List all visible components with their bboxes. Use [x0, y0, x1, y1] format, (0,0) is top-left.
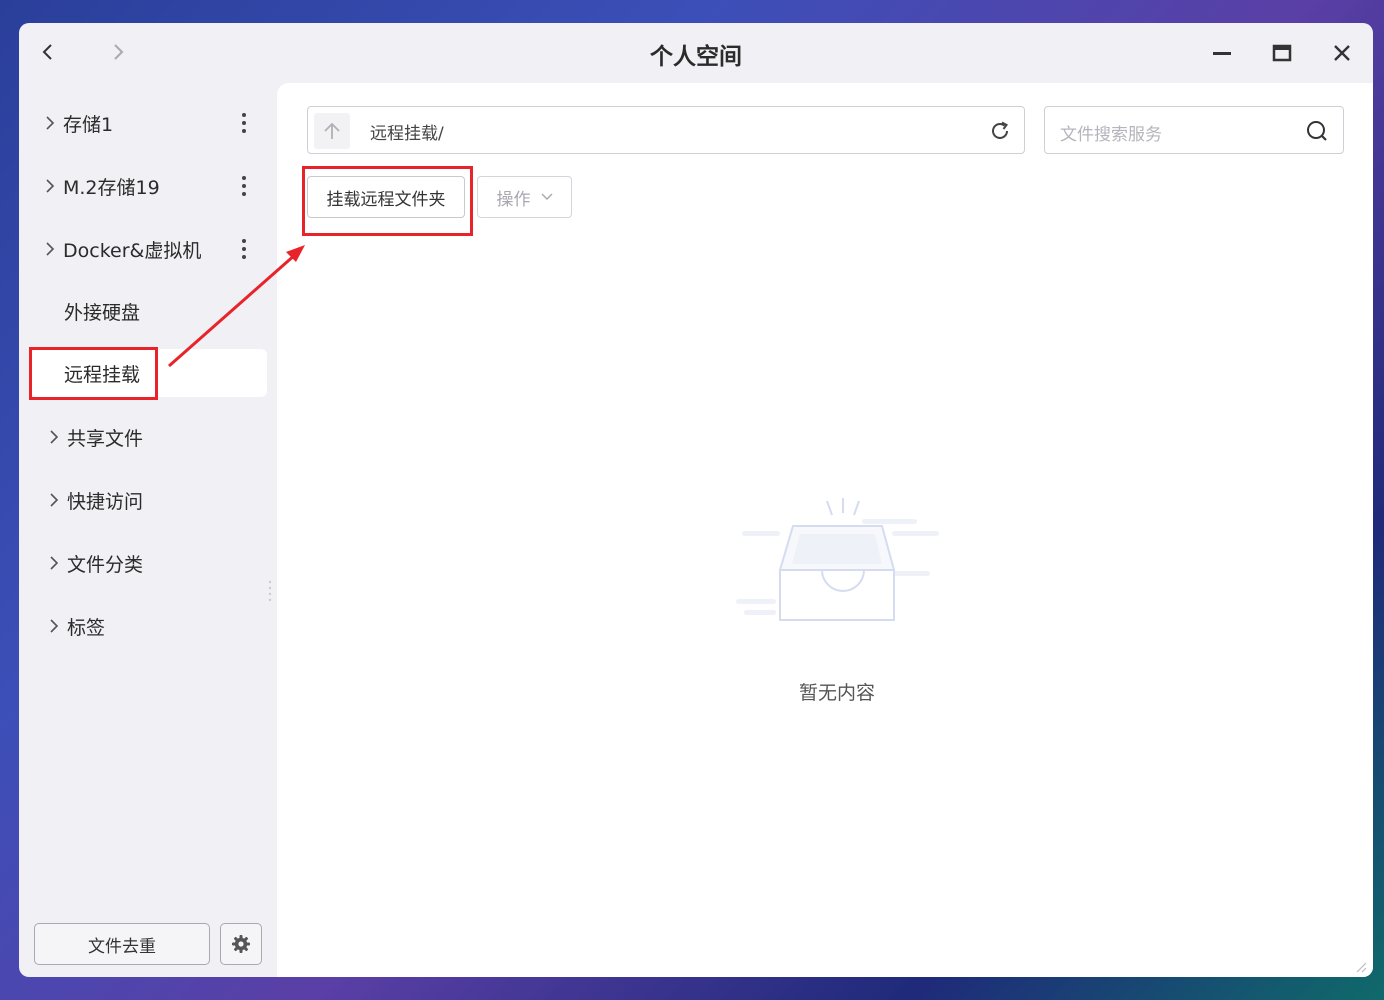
sidebar-item-label: 快捷访问 [67, 490, 144, 513]
search-input[interactable]: 文件搜索服务 [1060, 120, 1162, 145]
sidebar-resize-grip[interactable] [268, 580, 272, 602]
maximize-icon [1272, 44, 1292, 62]
sidebar: 存储1 M.2存储19 Docker&虚拟机 外接硬盘 远程挂载 共享文件 快捷… [19, 83, 277, 977]
search-icon[interactable] [1305, 119, 1329, 143]
sidebar-item-label: 存储1 [63, 113, 114, 136]
close-icon [1334, 45, 1350, 61]
operations-label: 操作 [496, 189, 531, 210]
sidebar-item-label: 共享文件 [67, 427, 144, 450]
window-title: 个人空间 [650, 44, 742, 70]
sidebar-item-m2-storage19[interactable]: M.2存储19 [31, 162, 267, 210]
sidebar-item-label: 远程挂载 [64, 363, 141, 386]
chevron-right-icon[interactable] [45, 619, 63, 633]
chevron-right-icon[interactable] [41, 179, 59, 193]
file-dedupe-button[interactable]: 文件去重 [34, 923, 210, 965]
sidebar-item-label: 标签 [67, 616, 106, 639]
search-box[interactable]: 文件搜索服务 [1044, 106, 1344, 154]
resize-handle-icon[interactable] [1353, 959, 1367, 973]
chevron-right-icon[interactable] [45, 556, 63, 570]
operations-dropdown[interactable]: 操作 [477, 176, 572, 218]
empty-box-illustration [736, 498, 939, 621]
more-vertical-icon[interactable] [241, 176, 247, 196]
settings-button[interactable] [220, 923, 262, 965]
empty-state-text: 暂无内容 [798, 682, 875, 704]
chevron-right-icon[interactable] [45, 430, 63, 444]
title-bar: 个人空间 [19, 23, 1373, 83]
chevron-right-icon[interactable] [41, 242, 59, 256]
sidebar-item-docker-vm[interactable]: Docker&虚拟机 [31, 225, 267, 273]
minimize-icon [1213, 52, 1231, 55]
arrow-up-icon [324, 122, 340, 139]
sidebar-item-file-categories[interactable]: 文件分类 [31, 539, 267, 587]
maximize-button[interactable] [1268, 39, 1296, 67]
main-content: 远程挂载/ 文件搜索服务 挂载远程文件夹 操作 暂无内容 [277, 83, 1373, 977]
chevron-right-icon[interactable] [45, 493, 63, 507]
refresh-icon[interactable] [988, 119, 1012, 143]
current-path: 远程挂载/ [370, 124, 444, 144]
sidebar-item-label: 文件分类 [67, 553, 144, 576]
more-vertical-icon[interactable] [241, 239, 247, 259]
sidebar-item-shared-files[interactable]: 共享文件 [31, 413, 267, 461]
file-manager-window: 个人空间 存储1 M.2存储19 Docker&虚拟机 外接硬盘 远程挂载 共享… [19, 23, 1373, 977]
minimize-button[interactable] [1208, 39, 1236, 67]
path-bar[interactable]: 远程挂载/ [307, 106, 1025, 154]
sidebar-item-quick-access[interactable]: 快捷访问 [31, 476, 267, 524]
sidebar-item-external-disk[interactable]: 外接硬盘 [31, 287, 267, 335]
sidebar-item-label: M.2存储19 [63, 176, 160, 199]
up-directory-button[interactable] [314, 113, 350, 149]
sidebar-item-label: 外接硬盘 [64, 301, 141, 324]
mount-remote-folder-button[interactable]: 挂载远程文件夹 [307, 176, 465, 218]
sidebar-item-remote-mount[interactable]: 远程挂载 [31, 349, 267, 397]
chevron-down-icon [541, 193, 552, 200]
sidebar-item-label: Docker&虚拟机 [63, 239, 202, 262]
close-button[interactable] [1328, 39, 1356, 67]
gear-icon [232, 935, 250, 953]
sidebar-item-tags[interactable]: 标签 [31, 602, 267, 650]
more-vertical-icon[interactable] [241, 113, 247, 133]
chevron-right-icon[interactable] [41, 116, 59, 130]
sidebar-item-storage1[interactable]: 存储1 [31, 99, 267, 147]
